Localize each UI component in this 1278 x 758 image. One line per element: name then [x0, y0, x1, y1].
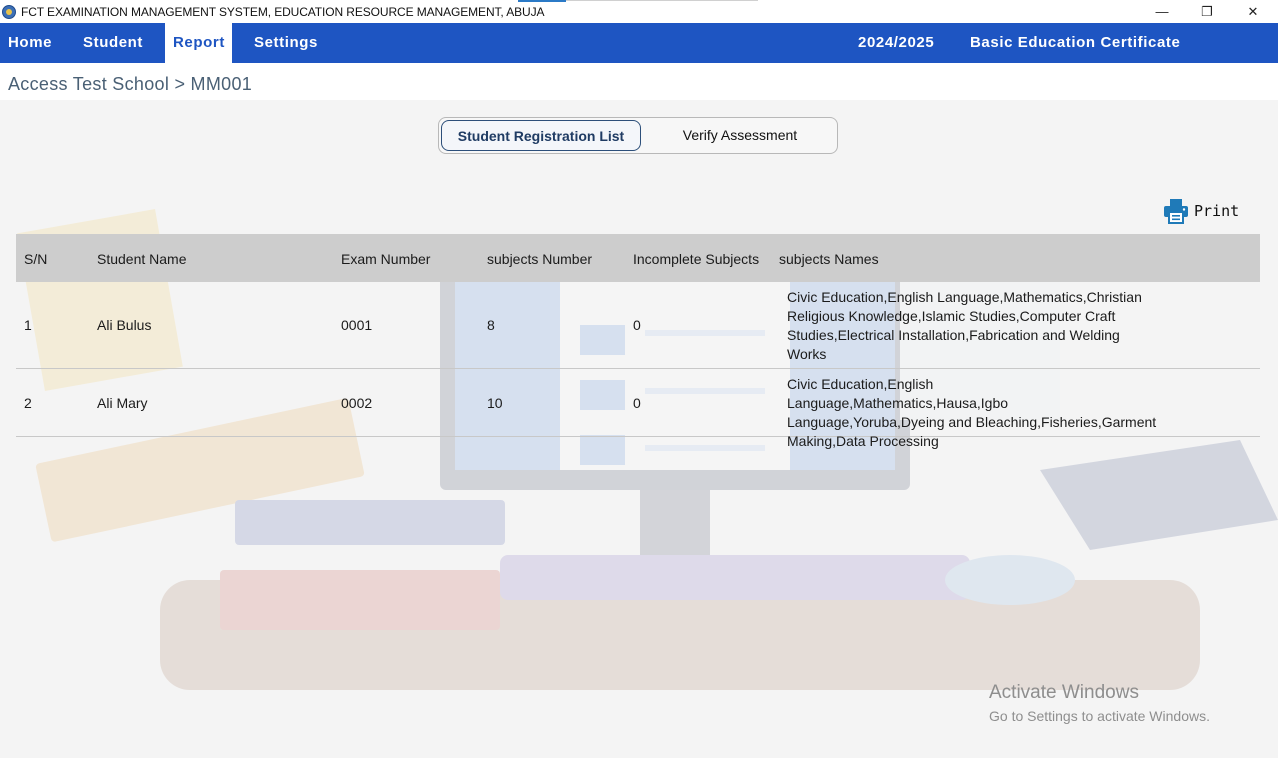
table-row[interactable]: 2 Ali Mary 0002 10 0 Civic Education,Eng…	[16, 369, 1260, 449]
column-header-student-name[interactable]: Student Name	[97, 234, 187, 282]
nav-settings[interactable]: Settings	[246, 23, 326, 63]
exam-name-label: Basic Education Certificate Examination	[970, 34, 1181, 91]
column-header-sn[interactable]: S/N	[24, 234, 47, 282]
window-titlebar: FCT EXAMINATION MANAGEMENT SYSTEM, EDUCA…	[0, 0, 1278, 23]
table-row[interactable]: 1 Ali Bulus 0001 8 0 Civic Education,Eng…	[16, 282, 1260, 369]
cell-student-name: Ali Bulus	[97, 317, 152, 333]
cell-exam-number: 0002	[341, 395, 373, 411]
registration-table: S/N Student Name Exam Number subjects Nu…	[16, 234, 1260, 449]
cell-sn: 1	[24, 317, 32, 333]
report-tab-switch: Student Registration List Verify Assessm…	[438, 117, 838, 154]
cell-incomplete-subjects: 0	[633, 317, 641, 333]
titlebar-divider	[566, 0, 758, 1]
titlebar-accent	[518, 0, 566, 2]
column-header-exam-number[interactable]: Exam Number	[341, 234, 430, 282]
nav-report[interactable]: Report	[165, 23, 232, 63]
column-header-incomplete-subjects[interactable]: Incomplete Subjects	[633, 234, 759, 282]
print-button[interactable]: Print	[1163, 198, 1239, 224]
minimize-button[interactable]: —	[1139, 0, 1185, 23]
watermark-subtitle: Go to Settings to activate Windows.	[989, 708, 1210, 724]
cell-incomplete-subjects: 0	[633, 395, 641, 411]
cell-exam-number: 0001	[341, 317, 373, 333]
cell-subjects-number: 8	[487, 317, 495, 333]
cell-subjects-names: Civic Education,English Language,Mathema…	[787, 289, 1142, 362]
column-header-subjects-names[interactable]: subjects Names	[779, 234, 879, 282]
cell-subjects-number: 10	[487, 395, 503, 411]
tab-verify-assessment[interactable]: Verify Assessment	[643, 120, 837, 151]
cell-sn: 2	[24, 395, 32, 411]
breadcrumb-bar: Access Test School > MM001	[0, 63, 1278, 100]
session-label: 2024/2025	[858, 34, 935, 51]
watermark-title: Activate Windows	[989, 682, 1139, 703]
window-title: FCT EXAMINATION MANAGEMENT SYSTEM, EDUCA…	[21, 4, 545, 19]
nav-home[interactable]: Home	[0, 23, 60, 63]
activation-watermark: Activate Windows Go to Settings to activ…	[989, 682, 1210, 724]
main-nav: Home Student Report Settings 2024/2025 B…	[0, 23, 1278, 91]
restore-button[interactable]: ❐	[1184, 0, 1230, 23]
tab-student-registration-list[interactable]: Student Registration List	[441, 120, 641, 151]
close-button[interactable]: ✕	[1230, 0, 1276, 23]
breadcrumb: Access Test School > MM001	[8, 74, 253, 94]
column-header-subjects-number[interactable]: subjects Number	[487, 234, 592, 282]
cell-student-name: Ali Mary	[97, 395, 148, 411]
table-header: S/N Student Name Exam Number subjects Nu…	[16, 234, 1260, 282]
printer-icon	[1164, 199, 1188, 224]
cell-subjects-names: Civic Education,English Language,Mathema…	[787, 376, 1157, 449]
print-label: Print	[1194, 202, 1240, 220]
app-logo-icon	[2, 4, 16, 19]
nav-student[interactable]: Student	[75, 23, 151, 63]
